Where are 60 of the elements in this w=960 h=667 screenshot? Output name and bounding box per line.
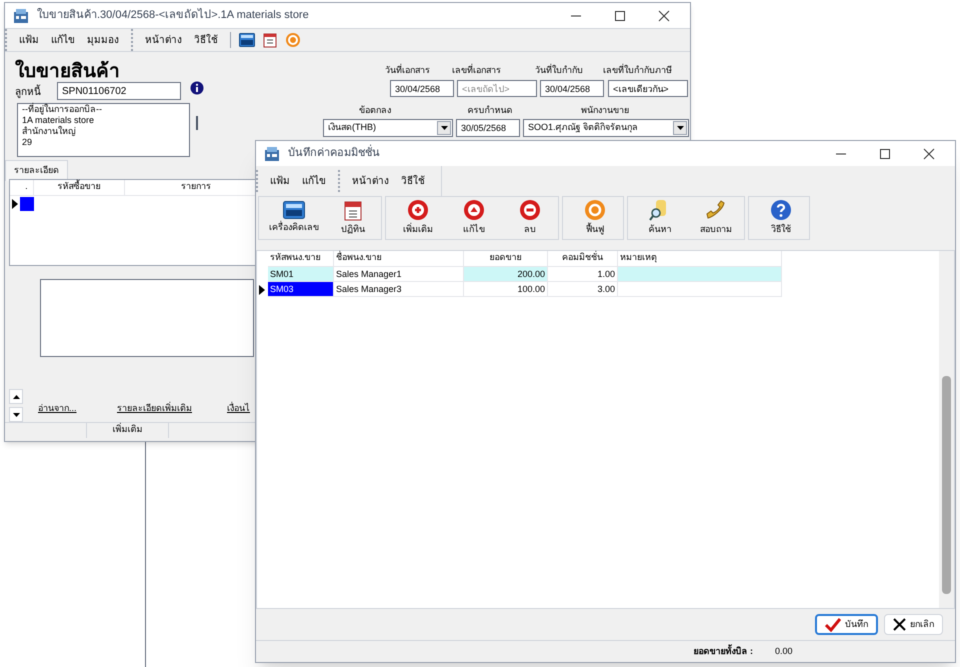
address-line: 1A materials store <box>22 115 96 126</box>
menu-item[interactable]: แฟ้ม <box>19 32 39 48</box>
menu-item[interactable]: แฟ้ม <box>270 174 290 188</box>
status-label: ยอดขายทั้งบิล : <box>694 644 753 658</box>
toolbar-button[interactable]: แก้ไข <box>446 197 502 239</box>
table-cell: 200.00 <box>464 267 548 282</box>
dropdown[interactable]: SOO1.ศุภณัฐ จิตติกิจรัตนกุล <box>523 119 689 137</box>
menu-item[interactable]: มุมมอง <box>87 32 119 48</box>
debtor-field[interactable]: SPN01106702 <box>57 82 181 100</box>
toolbar-button[interactable]: เพิ่มเติม <box>390 197 446 239</box>
status-text: เพิ่มเติม <box>87 423 169 438</box>
link[interactable]: อ่านจาก... <box>38 402 77 416</box>
menu-item[interactable]: หน้าต่าง <box>352 174 389 188</box>
text-field[interactable]: <เลขเดียวกัน> <box>608 80 688 97</box>
field-label: วันที่เอกสาร <box>385 64 430 77</box>
menu-item[interactable]: วิธีใช้ <box>194 32 218 48</box>
toolbar-button[interactable]: เครื่องคิดเลข <box>263 197 325 239</box>
address-box[interactable]: --ที่อยู่ในการออกบิล-- 1A materials store สำนักงานใหญ่ 29 <box>17 103 190 157</box>
field-label: พนักงานขาย <box>580 104 630 117</box>
column-header: ชื่อพนง.ขาย <box>334 251 464 267</box>
field-label: วันที่ใบกำกับ <box>535 64 583 77</box>
table-cell: SM01 <box>268 267 334 282</box>
window-title: บันทึกค่าคอมมิชชั่น <box>288 145 815 162</box>
field-label: เลขที่เอกสาร <box>452 64 501 77</box>
field-label: ข้อตกลง <box>358 104 392 117</box>
field-label: ครบกำหนด <box>466 104 514 117</box>
date-field[interactable]: 30/05/2568 <box>456 119 520 137</box>
menu-item[interactable]: วิธีใช้ <box>401 174 425 188</box>
menu-item[interactable]: แก้ไข <box>302 174 326 188</box>
text-field[interactable]: 30/04/2568 <box>540 80 604 97</box>
toolbar-button[interactable]: ปฏิทิน <box>325 197 381 239</box>
table-cell: 3.00 <box>548 282 618 297</box>
link[interactable]: รายละเอียดเพิ่มเติม <box>117 402 192 416</box>
field-label: เลขที่ใบกำกับภาษี <box>603 64 672 77</box>
table-cell: SM03 <box>268 282 334 297</box>
toolbar-button[interactable]: ลบ <box>502 197 558 239</box>
table-cell: Sales Manager1 <box>334 267 464 282</box>
toolbar-button[interactable]: ค้นหา <box>632 197 688 239</box>
page-heading: ใบขายสินค้า <box>15 58 120 84</box>
window-title: ใบขายสินค้า.30/04/2568-<เลขถัดไป>.1A materials store <box>37 7 310 24</box>
address-line: --ที่อยู่ในการออกบิล-- <box>22 104 103 115</box>
toolbar-button[interactable]: สอบถาม <box>688 197 744 239</box>
column-header: . <box>20 180 34 195</box>
link[interactable]: เงื่อนไ <box>227 402 250 416</box>
menu-item[interactable]: แก้ไข <box>51 32 75 48</box>
column-header: คอมมิชชั่น <box>548 251 618 267</box>
tab[interactable]: รายละเอียด <box>5 160 68 180</box>
table-cell: 100.00 <box>464 282 548 297</box>
status-value: 0.00 <box>775 644 794 658</box>
text-field[interactable]: 30/04/2568 <box>390 80 454 97</box>
address-line: สำนักงานใหญ่ <box>22 126 77 137</box>
save-button[interactable]: บันทึก <box>815 614 878 635</box>
field-label: ลูกหนี้ <box>15 85 41 100</box>
menu-item[interactable]: หน้าต่าง <box>145 32 182 48</box>
dropdown[interactable]: เงินสด(THB) <box>323 119 453 137</box>
cancel-button[interactable]: ยกเลิก <box>884 614 943 635</box>
column-header: รหัสซื้อขาย <box>34 180 126 195</box>
address-line: 29 <box>22 137 34 148</box>
text-field[interactable]: <เลขถัดไป> <box>457 80 537 97</box>
table-cell: Sales Manager3 <box>334 282 464 297</box>
